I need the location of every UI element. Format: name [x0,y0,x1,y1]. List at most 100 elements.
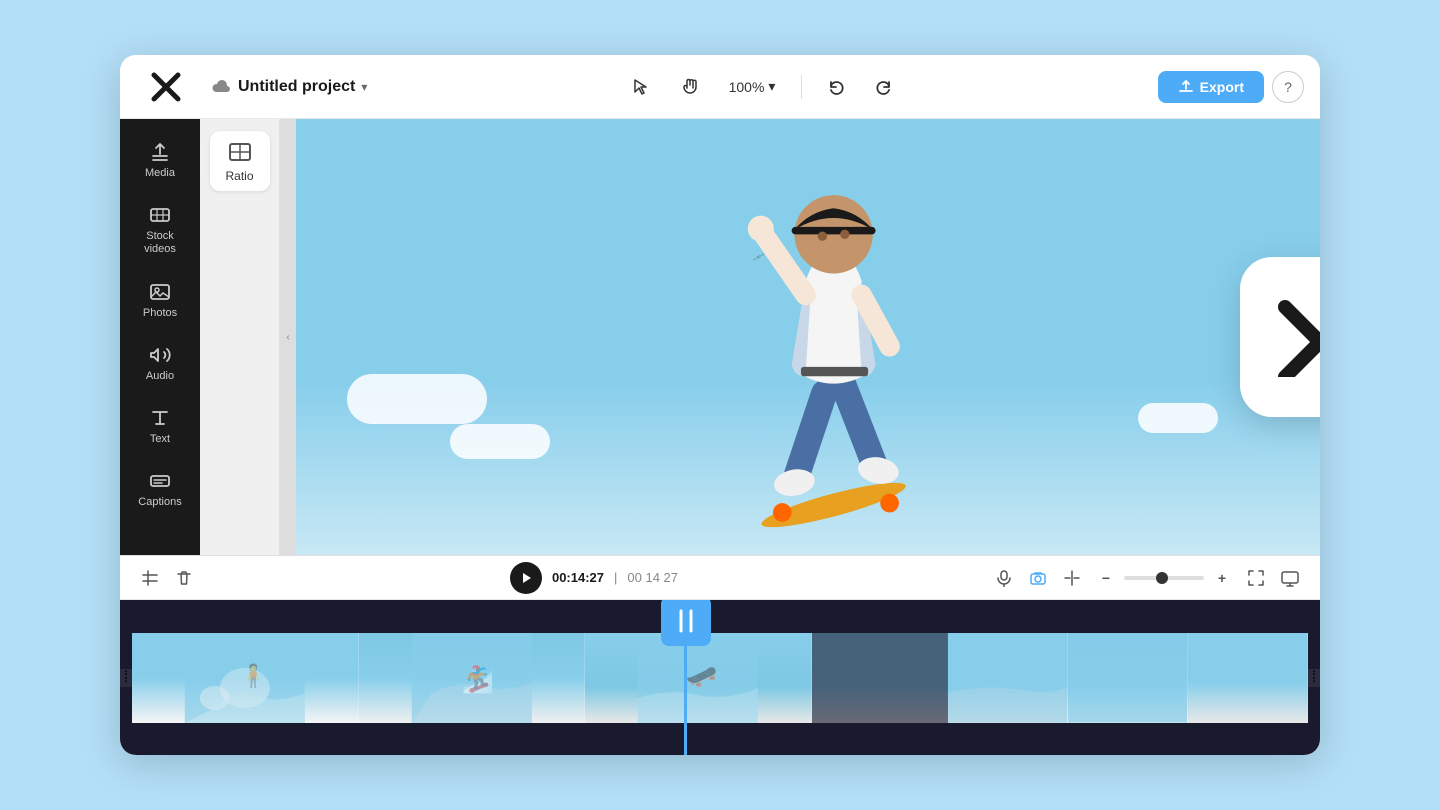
audio-icon [149,344,171,366]
capcut-overlay-logo [1240,257,1320,417]
export-button[interactable]: Export [1158,71,1264,103]
zoom-slider-thumb [1156,572,1168,584]
film-frame[interactable] [948,633,1068,723]
select-tool-button[interactable] [623,69,659,105]
delete-icon [175,569,193,587]
camera-button[interactable] [1024,564,1052,592]
playhead-handle-icon [672,607,700,635]
split-icon [1063,569,1081,587]
frame-thumbnail [948,633,1067,723]
cloud-decoration [347,374,487,424]
delete-button[interactable] [170,564,198,592]
tools-panel: Ratio [200,119,280,555]
frame-thumbnail: 🏂 [359,633,585,723]
undo-button[interactable] [818,69,854,105]
help-icon: ? [1284,79,1292,95]
current-time-display: 00:14:27 [552,570,604,585]
split-button[interactable] [1058,564,1086,592]
timeline-controls: 00:14:27 | 00 14 27 [120,556,1320,600]
help-button[interactable]: ? [1272,71,1304,103]
sidebar-item-audio[interactable]: Audio [126,334,194,393]
timeline-left-controls [136,564,198,592]
undo-icon [827,78,845,96]
frame-thumbnail: 🧍 [132,633,358,723]
logo-area [136,69,196,105]
zoom-slider-area: − + [1092,564,1236,592]
sidebar-item-photos-label: Photos [143,307,177,320]
ratio-label: Ratio [225,169,253,183]
zoom-in-button[interactable]: + [1208,564,1236,592]
microphone-button[interactable] [990,564,1018,592]
monitor-icon [1281,569,1299,587]
play-button[interactable] [510,562,542,594]
sidebar-item-stock-videos-label: Stockvideos [144,230,176,256]
trim-button[interactable] [136,564,164,592]
timeline-left-edge: ⁞ [120,669,132,687]
timeline-right-controls: − + [990,564,1304,592]
sidebar-item-media-label: Media [145,167,175,180]
zoom-dropdown-button[interactable]: 100% ▾ [719,72,786,101]
cloud-decoration [1138,403,1218,433]
film-strip-right [948,633,1308,723]
zoom-out-button[interactable]: − [1092,564,1120,592]
play-icon [520,572,532,584]
capcut-big-logo-icon [1270,297,1320,377]
stock-videos-icon [149,204,171,226]
hand-icon [680,78,698,96]
film-frame-active[interactable] [812,633,948,723]
export-icon [1178,79,1194,95]
film-strip: 🧍 🏂 🛹 [132,633,948,723]
ratio-icon [227,139,253,165]
microphone-icon [995,569,1013,587]
timeline-right-edge: ⁞ [1308,669,1320,687]
playhead[interactable] [684,600,687,755]
sidebar-item-text[interactable]: Text [126,397,194,456]
film-frame[interactable]: 🏂 [359,633,586,723]
sidebar-item-captions[interactable]: Captions [126,460,194,519]
top-bar-right: Export ? [1158,71,1304,103]
trim-icon [141,569,159,587]
redo-button[interactable] [866,69,902,105]
app-window: Untitled project ▾ 100% ▾ [120,55,1320,755]
fullscreen-icon [1247,569,1265,587]
sidebar-item-audio-label: Audio [146,370,174,383]
text-icon [149,407,171,429]
frame-thumbnail: 🛹 [585,633,811,723]
collapse-panel-handle[interactable]: ‹ [280,119,296,555]
captions-icon [149,470,171,492]
media-icon [149,141,171,163]
film-frame[interactable]: 🧍 [132,633,359,723]
frame-thumbnail [1068,633,1187,723]
divider [801,75,802,99]
sidebar-item-media[interactable]: Media [126,131,194,190]
preview-area: ~≈~ [296,119,1320,555]
film-frame[interactable] [1188,633,1308,723]
export-label: Export [1200,79,1244,95]
skater-figure: ~≈~ [674,119,994,533]
svg-text:🛹: 🛹 [686,661,718,691]
monitor-button[interactable] [1276,564,1304,592]
bottom-section: 00:14:27 | 00 14 27 [120,555,1320,755]
main-content: Media Stockvideos Photos [120,119,1320,555]
fullscreen-button[interactable] [1242,564,1270,592]
sidebar-item-stock-videos[interactable]: Stockvideos [126,194,194,266]
playback-area: 00:14:27 | 00 14 27 [206,562,982,594]
chevron-down-icon[interactable]: ▾ [361,80,367,94]
sidebar-item-captions-label: Captions [138,496,181,509]
redo-icon [875,78,893,96]
film-frame[interactable] [1068,633,1188,723]
zoom-slider[interactable] [1124,576,1204,580]
svg-text:🧍: 🧍 [240,663,267,688]
ratio-button[interactable]: Ratio [210,131,270,191]
sidebar-item-text-label: Text [150,433,170,446]
capcut-logo-icon [148,69,184,105]
video-preview: ~≈~ [296,119,1320,555]
project-info: Untitled project ▾ [212,77,367,97]
sidebar-item-photos[interactable]: Photos [126,271,194,330]
project-title: Untitled project [238,78,355,96]
hand-tool-button[interactable] [671,69,707,105]
playhead-handle[interactable] [661,600,711,646]
film-frame[interactable]: 🛹 [585,633,812,723]
timeline-strip[interactable]: ⁞ 🧍 🏂 [120,600,1320,755]
top-bar-center: 100% ▾ [375,69,1149,105]
